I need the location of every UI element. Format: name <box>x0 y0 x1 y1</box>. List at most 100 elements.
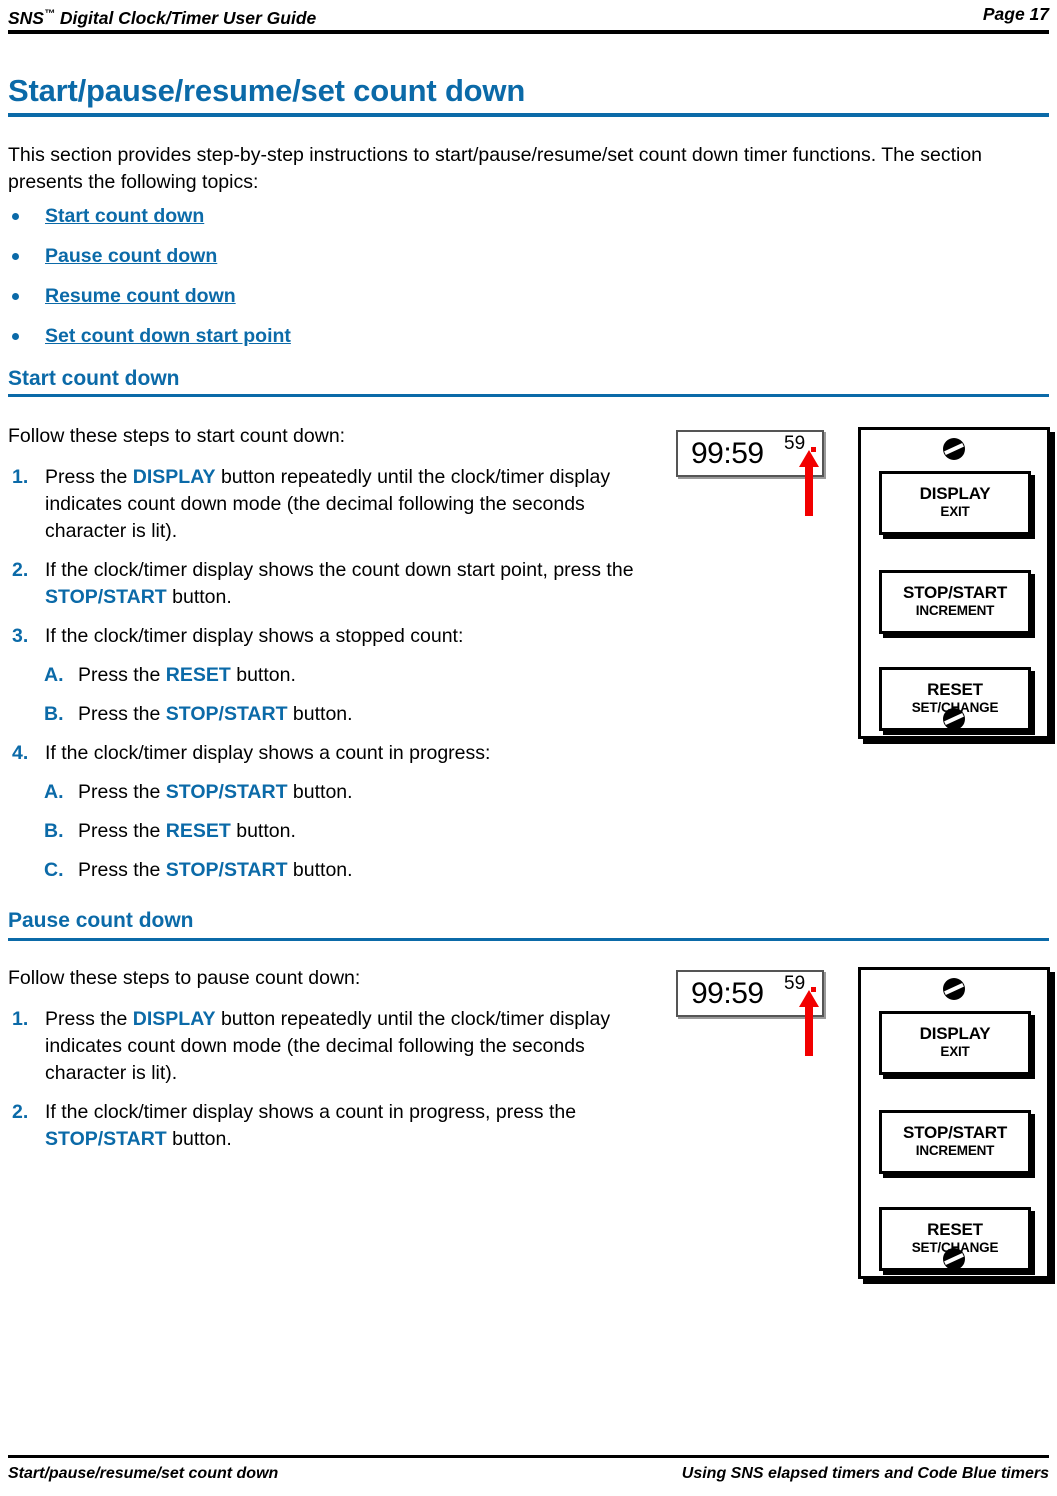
button-keyword: DISPLAY <box>132 466 216 488</box>
screw-icon <box>943 438 965 460</box>
device-button-display[interactable]: DISPLAY EXIT <box>879 471 1031 535</box>
section-divider <box>8 938 1049 941</box>
button-keyword: DISPLAY <box>132 1008 216 1030</box>
step-number: 2. <box>12 559 29 581</box>
topic-list: Start count down Pause count down Resume… <box>8 203 608 363</box>
step-item: 2. If the clock/timer display shows the c… <box>8 557 648 611</box>
list-item: Start count down <box>8 203 608 243</box>
sub-step-item: C. Press the STOP/START button. <box>8 857 648 884</box>
step-text-run: If the clock/timer display shows the cou… <box>45 559 634 581</box>
sub-step-text: Press the RESET button. <box>78 662 648 689</box>
step-text: Press the DISPLAY button repeatedly unti… <box>45 1006 648 1087</box>
title-divider <box>8 113 1049 117</box>
step-text: If the clock/timer display shows a count… <box>45 1099 648 1153</box>
step-text-run: If the clock/timer display shows a count… <box>45 742 491 764</box>
step-text-run: Press the <box>78 859 166 881</box>
section-divider <box>8 394 1049 397</box>
timer-faceplate-diagram-1: DISPLAY EXIT STOP/START INCREMENT RESET … <box>858 427 1050 739</box>
topic-link-resume-count-down[interactable]: Resume count down <box>45 283 236 309</box>
step-text-run: button. <box>287 859 353 881</box>
step-text-run: If the clock/timer display shows a stopp… <box>45 625 464 647</box>
step-text-run: button. <box>166 1128 232 1150</box>
page-header: SNS™ Digital Clock/Timer User Guide Page… <box>8 2 1049 32</box>
step-item: 4. If the clock/timer display shows a cou… <box>8 740 648 767</box>
screw-icon <box>943 1248 965 1270</box>
sub-step-text: Press the STOP/START button. <box>78 779 648 806</box>
section-lead-pause: Follow these steps to pause count down: <box>8 967 361 989</box>
step-text-run: Press the <box>78 820 166 842</box>
step-number: 4. <box>12 742 29 764</box>
step-text-run: button. <box>166 586 232 608</box>
button-keyword: STOP/START <box>165 703 288 725</box>
step-item: 2. If the clock/timer display shows a cou… <box>8 1099 648 1153</box>
lcd-time-value: 99:59 <box>691 977 764 1010</box>
sub-step-item: A. Press the STOP/START button. <box>8 779 648 806</box>
steps-list-start-count-down: 1. Press the DISPLAY button repeatedly un… <box>8 464 648 896</box>
document-page: SNS™ Digital Clock/Timer User Guide Page… <box>0 0 1057 1496</box>
screw-icon <box>943 978 965 1000</box>
bullet-icon <box>12 333 19 340</box>
step-text: If the clock/timer display shows a stopp… <box>45 623 648 650</box>
sub-step-letter: A. <box>44 664 64 686</box>
footer-book-name: Using SNS elapsed timers and Code Blue t… <box>681 1465 1049 1482</box>
button-keyword: RESET <box>165 820 231 842</box>
sub-step-item: A. Press the RESET button. <box>8 662 648 689</box>
bullet-icon <box>12 293 19 300</box>
topic-link-set-count-down-start-point[interactable]: Set count down start point <box>45 323 291 349</box>
step-item: 1. Press the DISPLAY button repeatedly un… <box>8 1006 648 1087</box>
bullet-icon <box>12 213 19 220</box>
section-heading-start-count-down: Start count down <box>8 367 180 390</box>
sub-step-text: Press the RESET button. <box>78 818 648 845</box>
device-button-primary-label: RESET <box>927 680 983 699</box>
step-text-run: button. <box>230 664 296 686</box>
device-button-secondary-label: EXIT <box>940 1044 970 1059</box>
device-button-primary-label: DISPLAY <box>919 1024 991 1043</box>
list-item: Resume count down <box>8 283 608 323</box>
topic-link-start-count-down[interactable]: Start count down <box>45 203 204 229</box>
step-text: If the clock/timer display shows a count… <box>45 740 648 767</box>
step-item: 3. If the clock/timer display shows a sto… <box>8 623 648 650</box>
step-text-run: button. <box>287 703 353 725</box>
timer-faceplate-diagram-2: DISPLAY EXIT STOP/START INCREMENT RESET … <box>858 967 1050 1279</box>
button-keyword: STOP/START <box>45 1128 167 1150</box>
list-item: Set count down start point <box>8 323 608 363</box>
intro-paragraph: This section provides step-by-step instr… <box>8 144 983 193</box>
trademark-icon: ™ <box>43 8 55 20</box>
page-title: Start/pause/resume/set count down <box>8 73 526 108</box>
steps-list-pause-count-down: 1. Press the DISPLAY button repeatedly un… <box>8 1006 648 1165</box>
device-button-primary-label: RESET <box>927 1220 983 1239</box>
sub-step-letter: A. <box>44 781 64 803</box>
sub-step-letter: C. <box>44 859 64 881</box>
sub-step-item: B. Press the RESET button. <box>8 818 648 845</box>
step-number: 2. <box>12 1101 29 1123</box>
header-title-prefix: SNS <box>8 7 44 28</box>
sub-step-letter: B. <box>44 703 64 725</box>
button-keyword: STOP/START <box>165 859 288 881</box>
step-text-run: Press the <box>78 703 166 725</box>
device-button-stop-start[interactable]: STOP/START INCREMENT <box>879 570 1031 634</box>
step-text: Press the DISPLAY button repeatedly unti… <box>45 464 648 545</box>
sub-step-text: Press the STOP/START button. <box>78 857 648 884</box>
device-button-secondary-label: INCREMENT <box>915 1143 995 1158</box>
device-button-stop-start[interactable]: STOP/START INCREMENT <box>879 1110 1031 1174</box>
button-keyword: STOP/START <box>45 586 167 608</box>
section-heading-pause-count-down: Pause count down <box>8 909 194 932</box>
header-divider <box>8 30 1049 34</box>
device-button-primary-label: DISPLAY <box>919 484 991 503</box>
button-keyword: RESET <box>165 664 231 686</box>
step-text-run: Press the <box>45 1008 133 1030</box>
header-title-rest: Digital Clock/Timer User Guide <box>54 7 317 28</box>
lcd-time-value: 99:59 <box>691 437 764 470</box>
step-text-run: Press the <box>78 781 166 803</box>
bullet-icon <box>12 253 19 260</box>
footer-divider <box>8 1455 1049 1458</box>
step-number: 1. <box>12 1008 29 1030</box>
step-number: 3. <box>12 625 29 647</box>
step-text-run: If the clock/timer display shows a count… <box>45 1101 577 1123</box>
step-text: If the clock/timer display shows the cou… <box>45 557 648 611</box>
topic-link-pause-count-down[interactable]: Pause count down <box>45 243 217 269</box>
device-button-secondary-label: INCREMENT <box>915 603 995 618</box>
sub-step-letter: B. <box>44 820 64 842</box>
device-button-display[interactable]: DISPLAY EXIT <box>879 1011 1031 1075</box>
device-button-primary-label: STOP/START <box>902 583 1008 602</box>
